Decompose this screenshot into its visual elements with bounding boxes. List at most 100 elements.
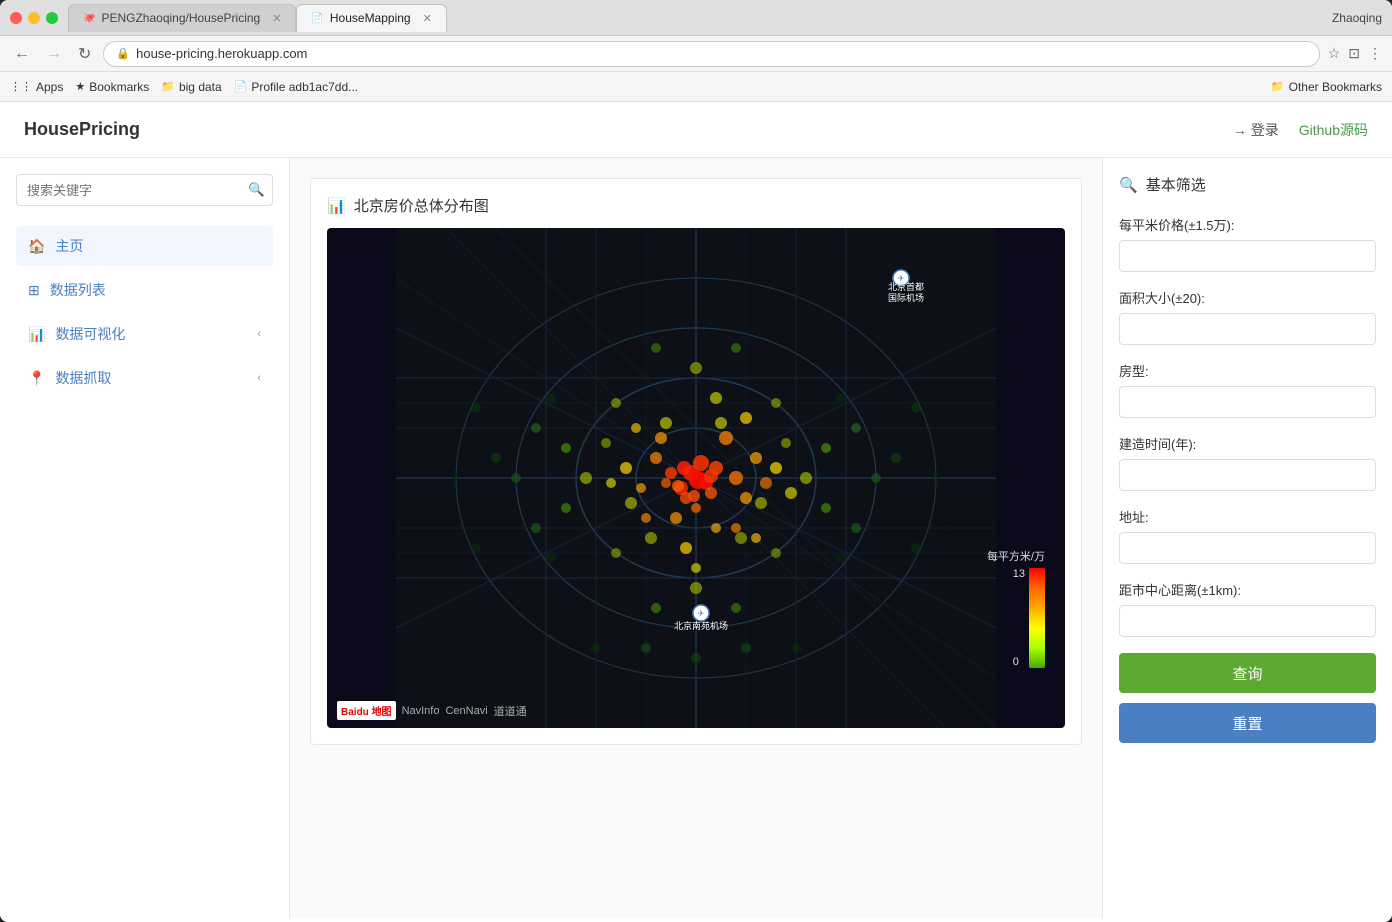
app-logo: HousePricing [24,119,1233,140]
minimize-button[interactable] [28,12,40,24]
dataviz-arrow: ‹ [257,328,261,340]
filter-title: 🔍 基本筛选 [1119,174,1376,195]
browser-titlebar: 🐙 PENGZhaoqing/HousePricing ✕ 📄 HouseMap… [0,0,1392,36]
search-input[interactable] [16,174,241,206]
distance-label: 距市中心距离(±1km): [1119,580,1376,599]
browser-content: HousePricing → 登录 Github源码 🔍 [0,102,1392,922]
tab-github[interactable]: 🐙 PENGZhaoqing/HousePricing ✕ [68,4,296,32]
legend-gradient [1029,568,1045,668]
filter-address: 地址: [1119,507,1376,564]
search-button[interactable]: 🔍 [241,174,273,206]
address-filter-input[interactable] [1119,532,1376,564]
reset-button[interactable]: 重置 [1119,703,1376,743]
sidebar-nav: 🏠 主页 ⊞ 数据列表 📊 数据可视化 ‹ 📍 数据抓取 [16,226,273,398]
forward-button[interactable]: → [42,43,66,65]
query-button[interactable]: 查询 [1119,653,1376,693]
tab-housemapping[interactable]: 📄 HouseMapping ✕ [296,4,446,32]
map-attribution: Baidu 地图 NavInfo CenNavi 道道通 [337,701,527,720]
address-label: 地址: [1119,507,1376,526]
cennavi-attr: CenNavi [445,705,487,717]
github-link[interactable]: Github源码 [1299,120,1368,140]
bookmark-star-button[interactable]: ☆ [1328,45,1341,62]
filter-distance: 距市中心距离(±1km): [1119,580,1376,637]
address-input[interactable]: 🔒 house-pricing.herokuapp.com [103,41,1319,67]
close-button[interactable] [10,12,22,24]
sidebar-item-home[interactable]: 🏠 主页 [16,226,273,266]
price-input[interactable] [1119,240,1376,272]
area-input[interactable] [1119,313,1376,345]
map-container[interactable]: ✈ 北京首都 国际机场 ✈ 北京南苑机场 [327,228,1065,728]
datalist-label: 数据列表 [50,280,261,300]
year-input[interactable] [1119,459,1376,491]
filter-year: 建造时间(年): [1119,434,1376,491]
login-button[interactable]: → 登录 [1233,120,1279,140]
address-bar: ← → ↻ 🔒 house-pricing.herokuapp.com ☆ ⊡ … [0,36,1392,72]
bigdata-label: big data [179,80,222,94]
header-actions: → 登录 Github源码 [1233,120,1368,140]
tab-housemapping-favicon: 📄 [311,13,323,24]
legend-max: 13 [1013,568,1025,580]
filter-title-text: 基本筛选 [1146,174,1206,195]
folder-other-icon: 📁 [1271,80,1285,93]
sidebar: 🔍 🏠 主页 ⊞ 数据列表 📊 数据可视化 ‹ [0,158,290,918]
svg-text:✈: ✈ [698,609,705,618]
bookmark-other[interactable]: 📁 Other Bookmarks [1271,80,1382,94]
filter-price: 每平米价格(±1.5万): [1119,215,1376,272]
year-label: 建造时间(年): [1119,434,1376,453]
bookmarks-label: Bookmarks [89,80,149,94]
home-label: 主页 [55,236,261,256]
profile-label: Profile adb1ac7dd... [251,80,358,94]
svg-text:国际机场: 国际机场 [888,292,924,303]
browser-user: Zhaoqing [1332,11,1382,25]
sidebar-item-dataviz[interactable]: 📊 数据可视化 ‹ [16,314,273,354]
legend-min: 0 [1013,656,1025,668]
menu-button[interactable]: ⋮ [1368,45,1382,62]
tab-github-close[interactable]: ✕ [272,12,281,25]
back-button[interactable]: ← [10,43,34,65]
housetype-label: 房型: [1119,361,1376,380]
other-label: Other Bookmarks [1289,80,1382,94]
maximize-button[interactable] [46,12,58,24]
price-label: 每平米价格(±1.5万): [1119,215,1376,234]
sidebar-item-datalist[interactable]: ⊞ 数据列表 [16,270,273,310]
bookmark-apps[interactable]: ⋮⋮ Apps [10,80,63,94]
baidu-logo: Baidu 地图 [337,701,396,720]
tab-bar: 🐙 PENGZhaoqing/HousePricing ✕ 📄 HouseMap… [68,4,1332,32]
reload-button[interactable]: ↻ [74,42,95,66]
baidu-map: 地图 [372,707,392,718]
tab-housemapping-close[interactable]: ✕ [423,12,432,25]
tab-github-label: PENGZhaoqing/HousePricing [101,11,260,25]
map-title-text: 北京房价总体分布图 [354,195,489,216]
table-icon: ⊞ [28,282,40,299]
main-content: 📊 北京房价总体分布图 [290,158,1102,918]
filter-housetype: 房型: [1119,361,1376,418]
map-title: 📊 北京房价总体分布图 [327,195,1065,216]
filter-panel: 🔍 基本筛选 每平米价格(±1.5万): 面积大小(±20): 房型: 建造时间 [1102,158,1392,918]
housetype-input[interactable] [1119,386,1376,418]
map-title-icon: 📊 [327,197,346,215]
bookmark-bigdata[interactable]: 📁 big data [161,80,221,94]
baidu-red: du [357,707,369,718]
star-icon: ★ [75,80,85,93]
map-legend: 每平方米/万 13 0 [987,548,1045,668]
cast-button[interactable]: ⊡ [1348,45,1360,62]
bookmark-profile[interactable]: 📄 Profile adb1ac7dd... [234,80,358,94]
datacrawl-label: 数据抓取 [55,368,247,388]
svg-text:北京南苑机场: 北京南苑机场 [674,620,728,631]
distance-input[interactable] [1119,605,1376,637]
pin-icon: 📍 [28,370,45,387]
tab-github-favicon: 🐙 [83,13,95,24]
map-card: 📊 北京房价总体分布图 [310,178,1082,745]
map-svg: ✈ 北京首都 国际机场 ✈ 北京南苑机场 [327,228,1065,728]
apps-label: Apps [36,80,63,94]
bookmark-bookmarks[interactable]: ★ Bookmarks [75,80,149,94]
chart-icon: 📊 [28,326,45,343]
address-actions: ☆ ⊡ ⋮ [1328,45,1382,62]
baidu-text: Bai [341,707,357,718]
legend-title: 每平方米/万 [987,548,1045,564]
area-label: 面积大小(±20): [1119,288,1376,307]
svg-text:北京首都: 北京首都 [888,281,924,292]
filter-area: 面积大小(±20): [1119,288,1376,345]
login-label: 登录 [1251,120,1279,140]
sidebar-item-datacrawl[interactable]: 📍 数据抓取 ‹ [16,358,273,398]
